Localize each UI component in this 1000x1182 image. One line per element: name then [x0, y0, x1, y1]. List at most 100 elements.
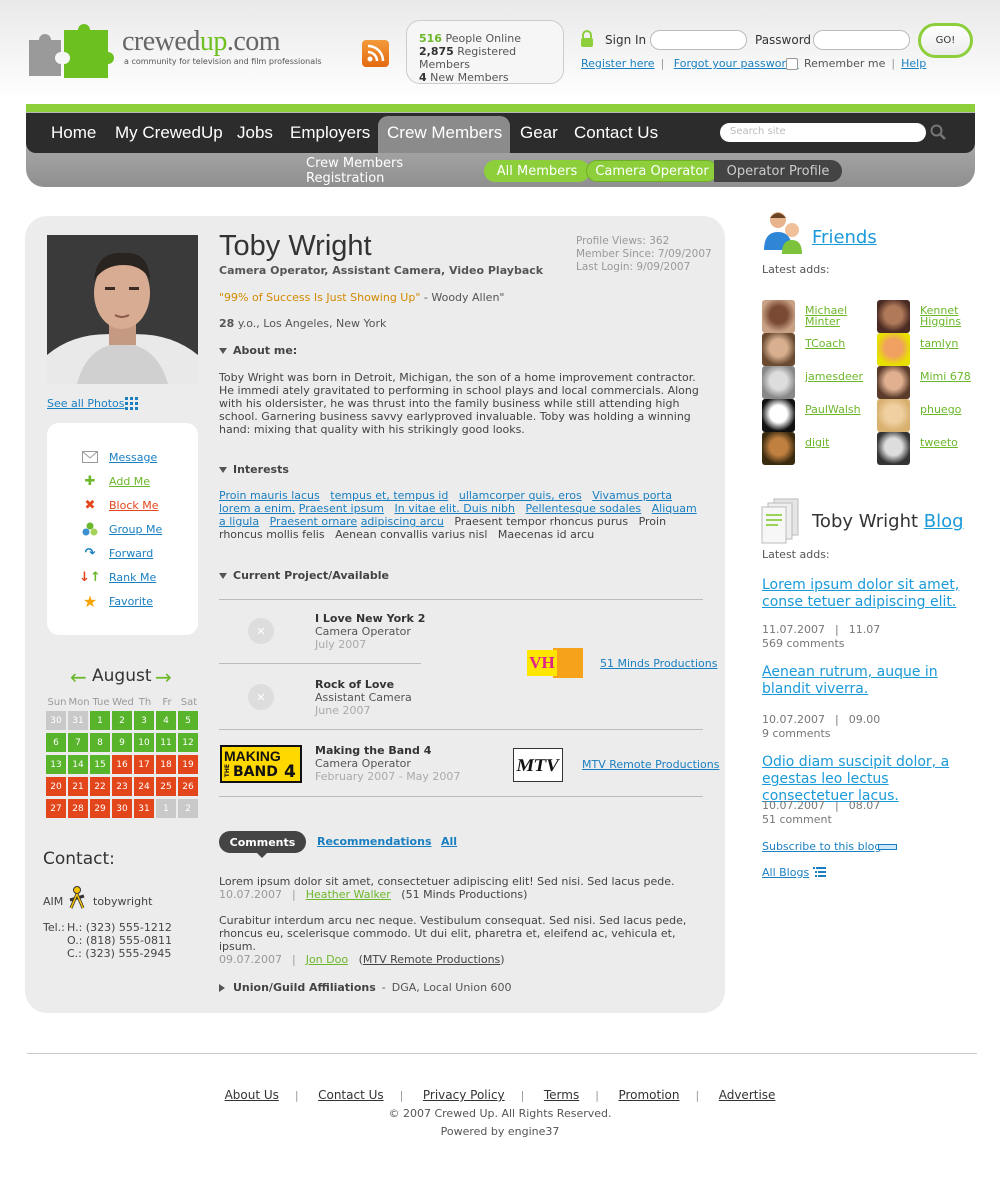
company-link-51-minds[interactable]: 51 Minds Productions	[600, 657, 717, 670]
action-message[interactable]: Message	[82, 450, 157, 464]
footer-about-us[interactable]: About Us	[225, 1088, 279, 1102]
project-heading[interactable]: Current Project/Available	[219, 569, 389, 582]
friend-name-link[interactable]: digit	[805, 437, 877, 448]
calendar-day[interactable]: 2	[112, 711, 132, 730]
calendar-day[interactable]: 11	[156, 733, 176, 752]
footer-terms[interactable]: Terms	[544, 1088, 579, 1102]
calendar-day[interactable]: 17	[134, 755, 154, 774]
friend-avatar[interactable]	[877, 399, 910, 432]
rss-icon[interactable]	[362, 40, 389, 67]
interest-link[interactable]: Praesent ornare	[270, 515, 358, 528]
blog-post-link[interactable]: Lorem ipsum dolor sit amet, conse tetuer…	[762, 577, 982, 611]
remove-icon[interactable]: ✕	[248, 684, 274, 710]
comment-org-link[interactable]: MTV Remote Productions	[363, 953, 500, 966]
subnav-all-members[interactable]: All Members	[484, 160, 590, 182]
friend-avatar[interactable]	[762, 399, 795, 432]
subscribe-link[interactable]: Subscribe to this blog	[762, 840, 881, 853]
footer-privacy-policy[interactable]: Privacy Policy	[423, 1088, 505, 1102]
calendar-day[interactable]: 19	[178, 755, 198, 774]
calendar-day[interactable]: 5	[178, 711, 198, 730]
remove-icon[interactable]: ✕	[248, 618, 274, 644]
friend-avatar[interactable]	[877, 333, 910, 366]
action-forward-label[interactable]: Forward	[109, 547, 153, 560]
puzzle-logo-icon[interactable]	[24, 18, 114, 80]
interest-link[interactable]: Praesent ipsum	[299, 502, 384, 515]
comment-author-link[interactable]: Heather Walker	[306, 888, 391, 901]
tab-recommendations[interactable]: Recommendations	[317, 835, 432, 848]
nav-contact-us[interactable]: Contact Us	[574, 123, 658, 143]
subnav-operator-profile[interactable]: Operator Profile	[714, 160, 842, 182]
calendar-day[interactable]: 23	[112, 777, 132, 796]
friend-avatar[interactable]	[877, 432, 910, 465]
nav-crew-members[interactable]: Crew Members	[387, 123, 502, 143]
calendar-day[interactable]: 2	[178, 799, 198, 818]
calendar-day[interactable]: 1	[90, 711, 110, 730]
see-all-photos-link[interactable]: See all Photos	[47, 397, 124, 410]
calendar-day[interactable]: 21	[68, 777, 88, 796]
calendar-next-arrow-icon[interactable]: →	[155, 665, 172, 689]
union-heading[interactable]: Union/Guild Affiliations - DGA, Local Unio…	[219, 981, 512, 994]
calendar-day[interactable]: 25	[156, 777, 176, 796]
calendar-day[interactable]: 18	[156, 755, 176, 774]
friend-avatar[interactable]	[762, 432, 795, 465]
help-link[interactable]: Help	[901, 57, 926, 70]
action-favorite-label[interactable]: Favorite	[109, 595, 153, 608]
all-blogs-link[interactable]: All Blogs	[762, 866, 809, 879]
calendar-day[interactable]: 20	[46, 777, 66, 796]
action-rank-me[interactable]: ↓ ↑ Rank Me	[79, 570, 156, 585]
search-icon[interactable]	[930, 124, 946, 140]
about-heading[interactable]: About me:	[219, 344, 297, 357]
friend-name-link[interactable]: PaulWalsh	[805, 404, 877, 415]
interest-link[interactable]: Pellentesque sodales	[526, 502, 642, 515]
friend-avatar[interactable]	[877, 366, 910, 399]
company-link-mtv-remote[interactable]: MTV Remote Productions	[582, 758, 719, 771]
friend-name-link[interactable]: Michael Minter	[805, 305, 877, 327]
register-link[interactable]: Register here	[581, 57, 655, 70]
friends-title-link[interactable]: Friends	[812, 227, 877, 248]
profile-photo[interactable]	[47, 235, 198, 384]
calendar-day[interactable]: 28	[68, 799, 88, 818]
action-forward[interactable]: ↷ Forward	[82, 546, 154, 561]
calendar-day[interactable]: 30	[46, 711, 66, 730]
friend-name-link[interactable]: Kennet Higgins	[920, 305, 992, 327]
friend-avatar[interactable]	[877, 300, 910, 333]
interest-link[interactable]: tempus et, tempus id	[330, 489, 448, 502]
interest-link[interactable]: adipiscing arcu	[361, 515, 444, 528]
action-favorite[interactable]: ★ Favorite	[82, 592, 153, 611]
go-button[interactable]: GO!	[918, 23, 973, 58]
password-input[interactable]	[813, 30, 910, 50]
interest-link[interactable]: In vitae elit. Duis nibh	[395, 502, 516, 515]
search-input[interactable]: Search site	[720, 123, 926, 142]
footer-contact-us[interactable]: Contact Us	[318, 1088, 384, 1102]
tab-comments[interactable]: Comments	[219, 831, 306, 853]
interest-link[interactable]: Proin mauris lacus	[219, 489, 320, 502]
friend-name-link[interactable]: tweeto	[920, 437, 992, 448]
calendar-day[interactable]: 4	[156, 711, 176, 730]
logo-text[interactable]: crewedup.com	[122, 26, 281, 58]
calendar-day[interactable]: 6	[46, 733, 66, 752]
action-add-me-label[interactable]: Add Me	[109, 475, 150, 488]
nav-jobs[interactable]: Jobs	[237, 123, 273, 143]
subnav-registration[interactable]: Crew Members Registration	[306, 156, 476, 186]
action-block-me-label[interactable]: Block Me	[109, 499, 159, 512]
action-message-label[interactable]: Message	[109, 451, 157, 464]
footer-promotion[interactable]: Promotion	[618, 1088, 679, 1102]
remember-checkbox[interactable]	[786, 58, 798, 70]
interests-heading[interactable]: Interests	[219, 463, 289, 476]
list-icon[interactable]	[813, 866, 827, 880]
calendar-day[interactable]: 8	[90, 733, 110, 752]
grid-icon[interactable]	[125, 397, 139, 411]
calendar-day[interactable]: 12	[178, 733, 198, 752]
calendar-day[interactable]: 15	[90, 755, 110, 774]
blog-post-link[interactable]: Odio diam suscipit dolor, a egestas leo …	[762, 754, 982, 805]
calendar-day[interactable]: 14	[68, 755, 88, 774]
action-add-me[interactable]: ✚ Add Me	[82, 474, 151, 489]
calendar-day[interactable]: 26	[178, 777, 198, 796]
calendar-day[interactable]: 16	[112, 755, 132, 774]
calendar-day[interactable]: 31	[68, 711, 88, 730]
calendar-day[interactable]: 27	[46, 799, 66, 818]
nav-employers[interactable]: Employers	[290, 123, 370, 143]
calendar-day[interactable]: 30	[112, 799, 132, 818]
blog-post-link[interactable]: Aenean rutrum, auque in blandit viverra.	[762, 664, 982, 698]
friend-name-link[interactable]: phuego	[920, 404, 992, 415]
